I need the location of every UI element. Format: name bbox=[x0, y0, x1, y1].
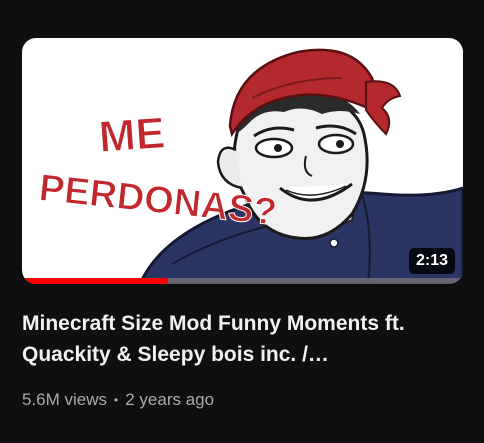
watch-progress-bar bbox=[22, 278, 463, 284]
thumbnail-artwork bbox=[138, 48, 463, 284]
video-title[interactable]: Minecraft Size Mod Funny Moments ft. Qua… bbox=[22, 308, 462, 370]
upload-age: 2 years ago bbox=[125, 390, 215, 409]
watch-progress-fill bbox=[22, 278, 168, 284]
view-count: 5.6M views bbox=[22, 390, 108, 409]
video-metadata: 5.6M views • 2 years ago bbox=[22, 388, 214, 412]
meta-separator: • bbox=[114, 393, 119, 407]
video-card[interactable]: ME PERDONAS? 2:13 Minecraft Size Mod Fun… bbox=[0, 0, 484, 443]
video-thumbnail[interactable]: ME PERDONAS? 2:13 bbox=[22, 38, 463, 284]
duration-badge: 2:13 bbox=[408, 248, 455, 274]
